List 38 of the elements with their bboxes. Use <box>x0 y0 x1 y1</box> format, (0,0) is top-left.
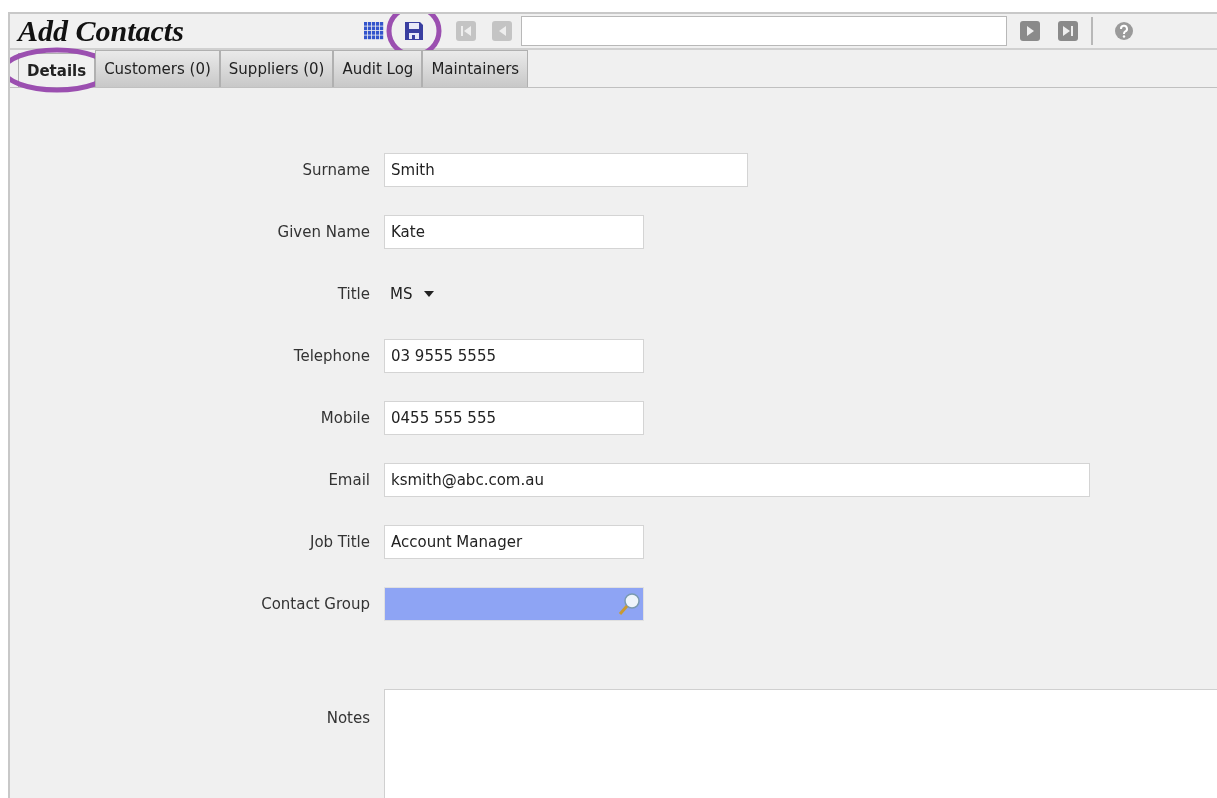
field-label: Mobile <box>319 409 370 427</box>
tab[interactable]: Customers (0) <box>95 50 220 87</box>
field-label: Surname <box>301 161 370 179</box>
tab[interactable]: Maintainers <box>422 50 529 87</box>
caret-icon <box>424 291 435 297</box>
next-button[interactable] <box>1017 18 1043 44</box>
field-label: Job Title <box>308 533 370 551</box>
notes-field[interactable] <box>384 689 1217 798</box>
window-title: Add Contacts <box>18 14 185 48</box>
field-label: Notes <box>325 708 370 727</box>
record-search-field[interactable] <box>521 16 1007 46</box>
text-field[interactable]: Account Manager <box>384 525 644 559</box>
last-button[interactable] <box>1055 18 1081 44</box>
field-label: Telephone <box>292 347 370 365</box>
field-label: Email <box>327 471 370 489</box>
dropdown[interactable]: MS <box>384 277 484 311</box>
first-record-icon <box>455 20 477 42</box>
help-icon <box>1114 21 1134 41</box>
field-label: Contact Group <box>260 595 370 613</box>
last-record-icon <box>1057 20 1079 42</box>
next-record-icon <box>1019 20 1041 42</box>
tab[interactable]: Suppliers (0) <box>219 50 334 87</box>
field-label: Title <box>336 285 370 303</box>
text-field[interactable]: 0455 555 555 <box>384 401 644 435</box>
save-icon <box>404 21 424 41</box>
first-button[interactable] <box>453 18 479 44</box>
text-field[interactable]: Smith <box>384 153 748 187</box>
text-field[interactable]: 03 9555 5555 <box>384 339 644 373</box>
grid-icon <box>364 22 384 40</box>
text-field[interactable]: ksmith@abc.com.au <box>384 463 1090 497</box>
prev-record-icon <box>491 20 513 42</box>
prev-button[interactable] <box>489 18 515 44</box>
search-icon <box>617 591 643 617</box>
tab[interactable]: Details <box>18 53 96 87</box>
field-label: Given Name <box>276 223 370 241</box>
tab[interactable]: Audit Log <box>333 50 423 87</box>
text-field[interactable]: Kate <box>384 215 644 249</box>
lookup-field[interactable] <box>384 587 644 621</box>
